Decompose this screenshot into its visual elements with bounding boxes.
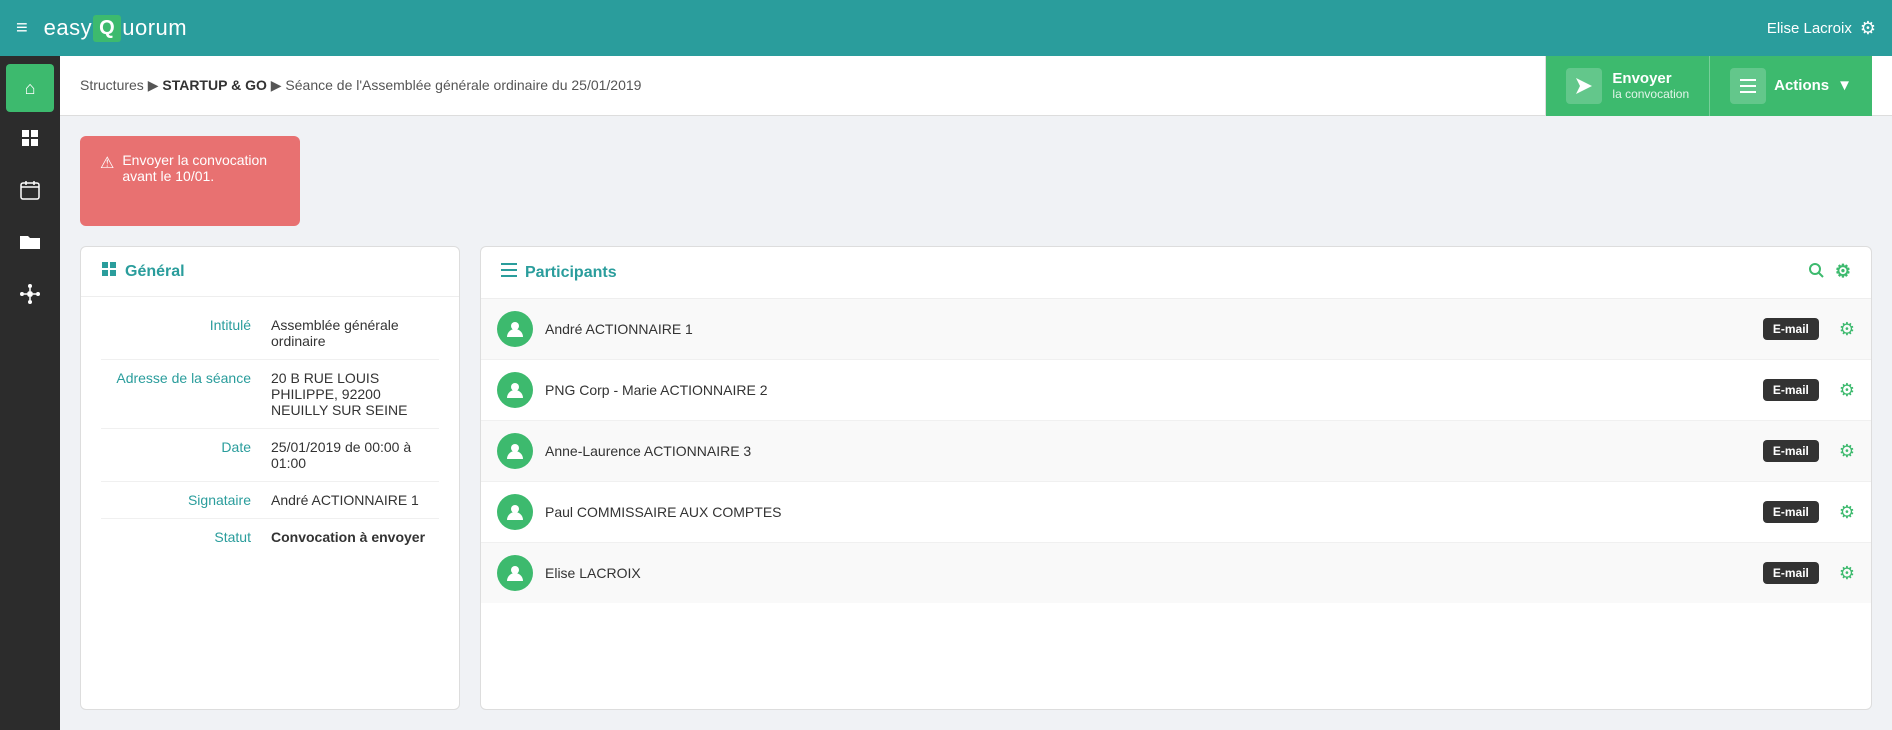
main-layout: ⌂ Structures ▶ [0,56,1892,730]
label-date: Date [101,439,251,471]
avatar [497,494,533,530]
alert-message: Envoyer la convocation avant le 10/01. [122,152,280,184]
info-row-signataire: Signataire André ACTIONNAIRE 1 [101,482,439,519]
breadcrumb: Structures ▶ STARTUP & GO ▶ Séance de l'… [80,77,1545,94]
info-table: Intitulé Assemblée générale ordinaire Ad… [81,297,459,565]
page-content: ⚠ Envoyer la convocation avant le 10/01.… [60,116,1892,730]
value-signataire: André ACTIONNAIRE 1 [271,492,439,508]
participants-gear-icon[interactable]: ⚙ [1835,261,1851,284]
participant-name: Elise LACROIX [545,565,1751,581]
envoyer-title: Envoyer [1612,70,1689,87]
email-badge: E-mail [1763,318,1819,340]
breadcrumb-part3: Séance de l'Assemblée générale ordinaire… [285,77,641,93]
label-signataire: Signataire [101,492,251,508]
alert-box: ⚠ Envoyer la convocation avant le 10/01. [80,136,300,226]
home-icon: ⌂ [25,78,36,99]
list-item: PNG Corp - Marie ACTIONNAIRE 2 E-mail ⚙ [481,360,1871,421]
value-adresse: 20 B RUE LOUIS PHILIPPE, 92200 NEUILLY S… [271,370,439,418]
user-info: Elise Lacroix ⚙ [1767,18,1876,39]
info-row-intitule: Intitulé Assemblée générale ordinaire [101,307,439,360]
menu-icon[interactable]: ≡ [16,17,28,40]
topbar: ≡ easy Q uorum Elise Lacroix ⚙ [0,0,1892,56]
participants-header: Participants ⚙ [481,247,1871,299]
label-intitule: Intitulé [101,317,251,349]
participant-gear-icon[interactable]: ⚙ [1839,441,1855,462]
two-col-layout: Général Intitulé Assemblée générale ordi… [80,246,1872,710]
participant-gear-icon[interactable]: ⚙ [1839,563,1855,584]
send-icon [1566,68,1602,104]
dropdown-arrow: ▼ [1837,77,1852,94]
email-badge: E-mail [1763,501,1819,523]
participants-header-icon [501,263,517,282]
label-statut: Statut [101,529,251,545]
label-adresse: Adresse de la séance [101,370,251,418]
network-icon [20,284,40,309]
participants-card: Participants ⚙ André ACTIO [480,246,1872,710]
user-name: Elise Lacroix [1767,20,1852,37]
logo: easy Q uorum [44,15,1767,42]
participant-gear-icon[interactable]: ⚙ [1839,319,1855,340]
participants-title: Participants [525,264,617,282]
envoyer-text: Envoyer la convocation [1612,70,1689,101]
avatar [497,433,533,469]
sidebar-item-network[interactable] [6,272,54,320]
folder-icon [19,233,41,256]
breadcrumb-part2: STARTUP & GO [162,77,267,93]
value-date: 25/01/2019 de 00:00 à 01:00 [271,439,439,471]
participants-header-actions: ⚙ [1807,261,1851,284]
participant-name: PNG Corp - Marie ACTIONNAIRE 2 [545,382,1751,398]
building-icon [19,127,41,154]
participant-name: Paul COMMISSAIRE AUX COMPTES [545,504,1751,520]
general-header-icon [101,261,117,282]
breadcrumb-bar: Structures ▶ STARTUP & GO ▶ Séance de l'… [60,56,1892,116]
content-area: Structures ▶ STARTUP & GO ▶ Séance de l'… [60,56,1892,730]
list-item: Elise LACROIX E-mail ⚙ [481,543,1871,603]
list-icon [1730,68,1766,104]
general-card-header: Général [81,247,459,297]
actions-button[interactable]: Actions ▼ [1709,56,1872,116]
avatar [497,555,533,591]
actions-label: Actions [1774,77,1829,94]
search-icon[interactable] [1807,261,1825,284]
email-badge: E-mail [1763,562,1819,584]
avatar [497,311,533,347]
logo-uorum: uorum [122,15,187,41]
envoyer-button[interactable]: Envoyer la convocation [1545,56,1709,116]
sidebar-item-folder[interactable] [6,220,54,268]
participant-name: André ACTIONNAIRE 1 [545,321,1751,337]
calendar-icon [20,180,40,205]
list-item: Paul COMMISSAIRE AUX COMPTES E-mail ⚙ [481,482,1871,543]
info-row-adresse: Adresse de la séance 20 B RUE LOUIS PHIL… [101,360,439,429]
sidebar-item-building[interactable] [6,116,54,164]
breadcrumb-actions: Envoyer la convocation Actions ▼ [1545,56,1872,116]
info-row-statut: Statut Convocation à envoyer [101,519,439,555]
avatar [497,372,533,408]
breadcrumb-part1: Structures [80,77,144,93]
value-intitule: Assemblée générale ordinaire [271,317,439,349]
logo-q: Q [93,15,121,42]
value-statut: Convocation à envoyer [271,529,439,545]
breadcrumb-sep2: ▶ [271,77,286,93]
info-row-date: Date 25/01/2019 de 00:00 à 01:00 [101,429,439,482]
alert-icon: ⚠ [100,153,114,173]
logo-easy: easy [44,15,92,41]
breadcrumb-sep1: ▶ [148,77,163,93]
participant-name: Anne-Laurence ACTIONNAIRE 3 [545,443,1751,459]
email-badge: E-mail [1763,379,1819,401]
sidebar: ⌂ [0,56,60,730]
sidebar-item-calendar[interactable] [6,168,54,216]
list-item: André ACTIONNAIRE 1 E-mail ⚙ [481,299,1871,360]
email-badge: E-mail [1763,440,1819,462]
list-item: Anne-Laurence ACTIONNAIRE 3 E-mail ⚙ [481,421,1871,482]
participant-gear-icon[interactable]: ⚙ [1839,380,1855,401]
participant-gear-icon[interactable]: ⚙ [1839,502,1855,523]
envoyer-sub: la convocation [1612,87,1689,101]
general-card: Général Intitulé Assemblée générale ordi… [80,246,460,710]
sidebar-item-home[interactable]: ⌂ [6,64,54,112]
general-title: Général [125,263,185,281]
settings-icon[interactable]: ⚙ [1860,18,1876,39]
